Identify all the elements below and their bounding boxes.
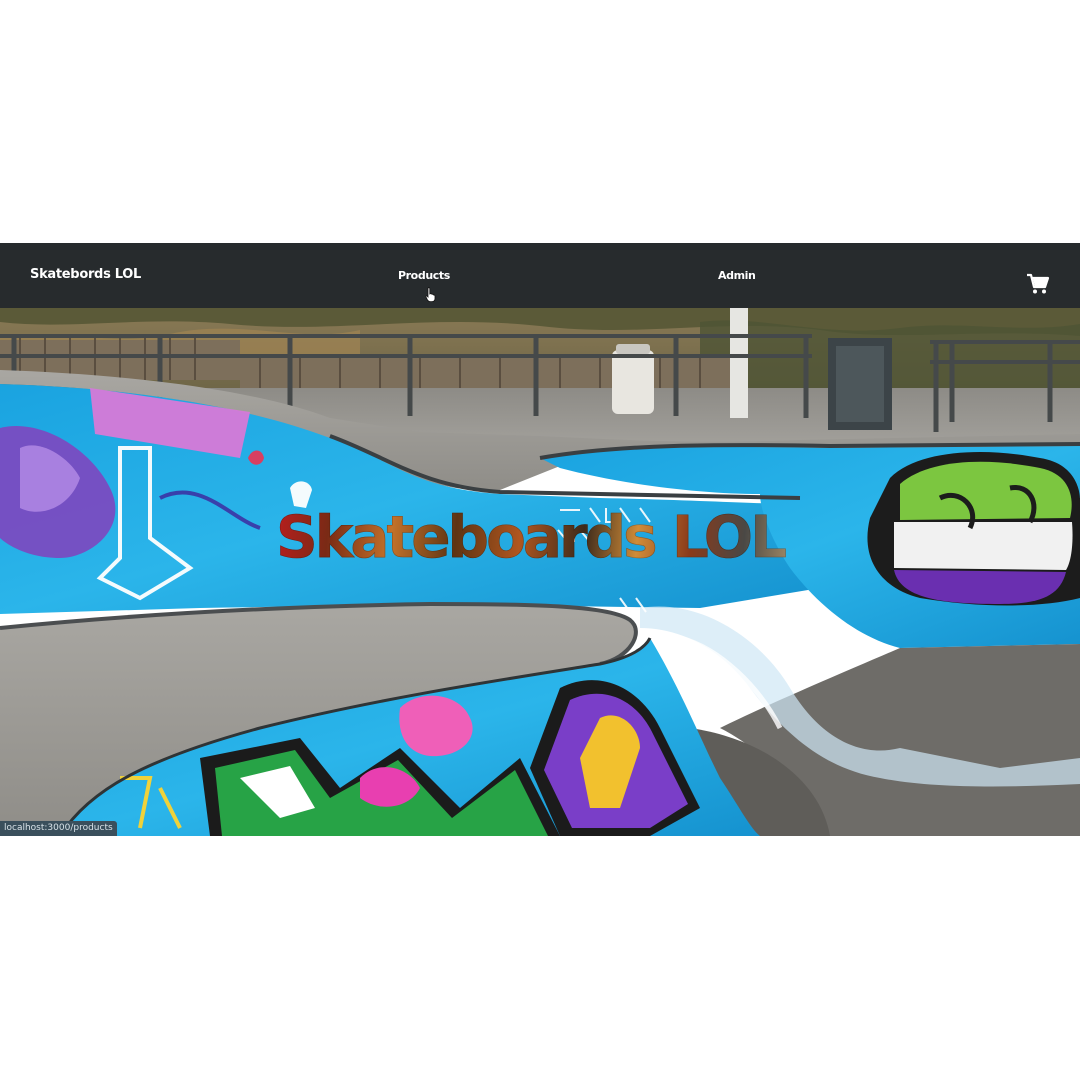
status-bar-url: localhost:3000/products <box>0 821 117 836</box>
nav-link-products[interactable]: Products <box>398 269 450 282</box>
nav-link-admin[interactable]: Admin <box>718 269 756 282</box>
browser-viewport: Skatebords LOL Products Admin Skateboard… <box>0 243 1080 836</box>
top-navbar: Skatebords LOL Products Admin <box>0 243 1080 308</box>
brand-link[interactable]: Skatebords LOL <box>30 267 141 282</box>
hero-title: Skateboards LOL <box>276 508 806 567</box>
skatepark-graffiti-photo <box>0 308 1080 836</box>
shopping-cart-icon[interactable] <box>1026 273 1050 295</box>
hand-pointer-icon <box>425 287 436 302</box>
hero-banner: Skateboards LOL <box>0 308 1080 836</box>
